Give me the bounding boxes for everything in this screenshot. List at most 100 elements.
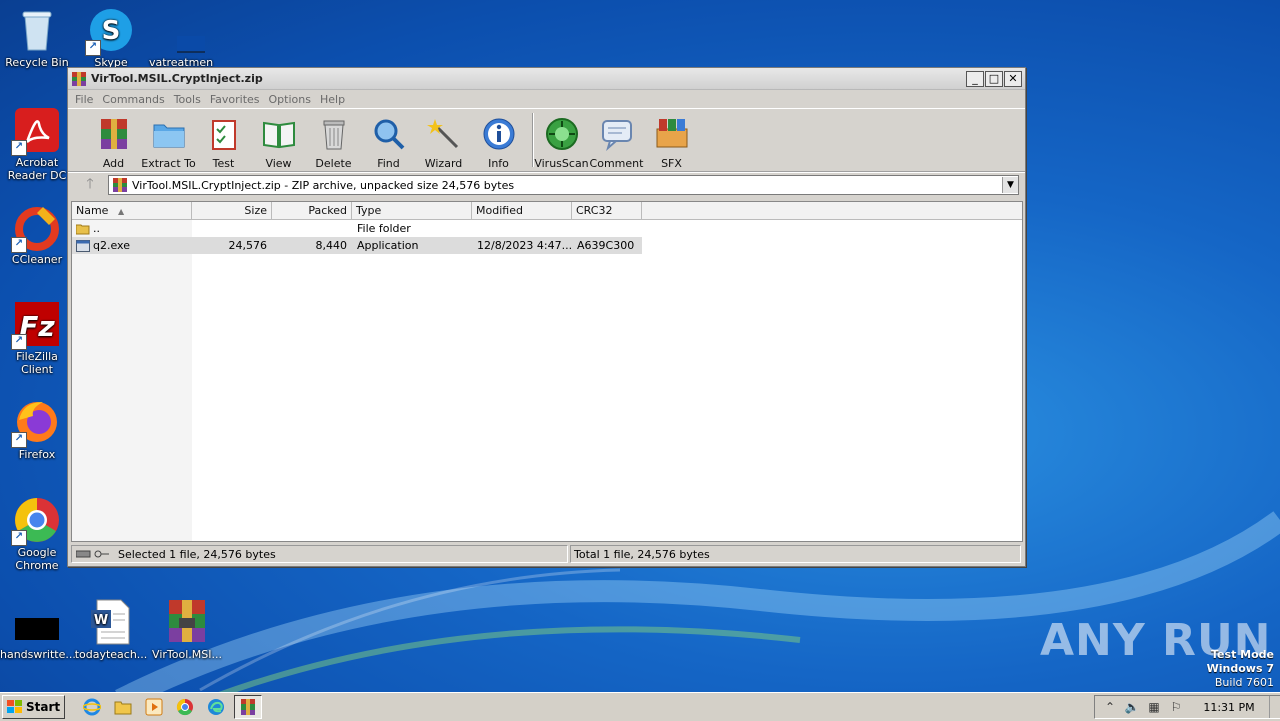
virusscan-button[interactable]: VirusScan [534, 109, 589, 170]
comment-label: Comment [589, 157, 644, 170]
add-archive-icon [100, 119, 127, 149]
test-button[interactable]: Test [196, 109, 251, 170]
taskbar-chrome[interactable] [172, 696, 198, 718]
row-name: q2.exe [93, 239, 130, 252]
desktop-icon-recycle-bin[interactable]: Recycle Bin [0, 6, 74, 69]
status-total: Total 1 file, 24,576 bytes [574, 547, 710, 561]
status-left: Selected 1 file, 24,576 bytes [71, 545, 568, 563]
cell-crc32 [572, 220, 642, 237]
word-document-icon: W [87, 598, 135, 646]
taskbar-media-player[interactable] [141, 696, 167, 718]
wizard-button[interactable]: Wizard [416, 109, 471, 170]
windows-version-line: Windows 7 [1206, 662, 1274, 675]
cell-type: File folder [357, 222, 411, 235]
desktop-icon-chrome[interactable]: ↗ Google Chrome [0, 496, 74, 572]
desktop-icon-vatreatmen[interactable]: vatreatmen [144, 6, 221, 69]
file-icon [157, 6, 221, 54]
menu-options[interactable]: Options [266, 93, 317, 106]
taskbar-explorer[interactable] [110, 696, 136, 718]
desktop-icon-firefox[interactable]: ↗ Firefox [0, 398, 74, 461]
minimize-button[interactable]: _ [966, 70, 984, 87]
desktop-icon-todayteach[interactable]: W todayteach... [74, 598, 148, 661]
menu-help[interactable]: Help [317, 93, 351, 106]
up-one-level-button[interactable]: 🡑 [72, 175, 108, 195]
column-packed[interactable]: Packed [272, 202, 352, 219]
show-desktop-button[interactable] [1269, 696, 1280, 718]
address-dropdown-button[interactable]: ▼ [1002, 177, 1018, 193]
image-file-icon [13, 598, 61, 646]
comment-button[interactable]: Comment [589, 109, 644, 170]
clock[interactable]: 11:31 PM [1189, 701, 1269, 714]
shortcut-arrow-icon: ↗ [85, 40, 101, 56]
table-row[interactable]: q2.exe 24,576 8,440 Application 12/8/202… [72, 237, 642, 254]
skype-icon: S ↗ [85, 6, 135, 56]
table-row[interactable]: .. File folder [72, 220, 1022, 237]
close-button[interactable]: ✕ [1004, 70, 1022, 87]
desktop-icon-virtool-zip[interactable]: VirTool.MSI... [150, 598, 224, 661]
taskbar-ie[interactable] [79, 696, 105, 718]
file-list[interactable]: Name ▲ Size Packed Type Modified CRC32 .… [71, 201, 1023, 542]
view-button[interactable]: View [251, 109, 306, 170]
add-label: Add [102, 157, 125, 170]
column-name[interactable]: Name ▲ [72, 202, 192, 219]
cell-crc32: A639C300 [577, 239, 635, 252]
desktop-icon-label: FileZilla Client [16, 350, 58, 376]
test-label: Test [212, 157, 235, 170]
taskbar-edge[interactable] [203, 696, 229, 718]
maximize-button[interactable]: □ [985, 70, 1003, 87]
menu-tools[interactable]: Tools [171, 93, 207, 106]
cell-name: q2.exe [72, 237, 192, 254]
taskbar: Start ⌃ 🔈 ▦ ⚐ 11:31 PM [0, 692, 1280, 721]
extract-to-label: Extract To [141, 157, 196, 170]
column-type[interactable]: Type [352, 202, 472, 219]
key-icon[interactable] [94, 549, 110, 559]
virus-scan-icon [545, 118, 578, 150]
status-right: Total 1 file, 24,576 bytes [570, 545, 1021, 563]
sort-ascending-icon: ▲ [117, 207, 125, 216]
magic-wand-icon [426, 119, 458, 149]
network-icon[interactable]: ▦ [1145, 700, 1163, 714]
action-center-flag-icon[interactable]: ⚐ [1167, 700, 1185, 714]
maximize-icon: □ [988, 72, 1000, 85]
desktop-icon-handswritten[interactable]: handswritte... [0, 598, 76, 661]
column-modified[interactable]: Modified [472, 202, 572, 219]
desktop-icon-acrobat[interactable]: ↗ Acrobat Reader DC [0, 106, 74, 182]
title-bar[interactable]: VirTool.MSIL.CryptInject.zip _ □ ✕ [68, 68, 1025, 90]
file-explorer-icon [114, 701, 132, 715]
info-button[interactable]: Info [471, 109, 526, 170]
windows-logo-icon [7, 700, 22, 713]
column-header: Name ▲ Size Packed Type Modified CRC32 [72, 202, 1022, 220]
cell-size: 24,576 [228, 239, 268, 252]
find-button[interactable]: Find [361, 109, 416, 170]
minimize-icon: _ [972, 72, 978, 85]
column-name-label: Name [76, 204, 109, 217]
volume-icon[interactable]: 🔈 [1123, 700, 1141, 714]
desktop-icon-label: handswritte... [0, 648, 76, 661]
shortcut-arrow-icon: ↗ [11, 432, 27, 448]
folder-icon [153, 124, 184, 148]
extract-to-button[interactable]: Extract To [141, 109, 196, 170]
menu-file[interactable]: File [72, 93, 99, 106]
magnifier-icon [374, 119, 404, 150]
address-combobox[interactable]: VirTool.MSIL.CryptInject.zip - ZIP archi… [108, 175, 1019, 195]
add-button[interactable]: Add [86, 109, 141, 170]
shortcut-arrow-icon: ↗ [11, 237, 27, 253]
menu-favorites[interactable]: Favorites [207, 93, 266, 106]
desktop-icon-ccleaner[interactable]: ↗ CCleaner [0, 203, 74, 266]
cell-type: Application [357, 239, 419, 252]
taskbar-winrar[interactable] [234, 695, 263, 719]
desktop-icon-label: CCleaner [11, 253, 63, 266]
start-button[interactable]: Start [2, 695, 66, 719]
menu-commands[interactable]: Commands [99, 93, 170, 106]
delete-button[interactable]: Delete [306, 109, 361, 170]
desktop-icon-filezilla[interactable]: Fz ↗ FileZilla Client [0, 300, 74, 376]
close-icon: ✕ [1008, 72, 1018, 85]
column-size[interactable]: Size [192, 202, 272, 219]
name-column-shade [72, 219, 192, 541]
column-crc32[interactable]: CRC32 [572, 202, 642, 219]
cell-size [192, 220, 272, 237]
desktop-icon-skype[interactable]: S ↗ Skype [74, 6, 148, 69]
drive-icon[interactable] [76, 549, 92, 559]
tray-expand-icon[interactable]: ⌃ [1101, 700, 1119, 714]
sfx-button[interactable]: SFX [644, 109, 699, 170]
